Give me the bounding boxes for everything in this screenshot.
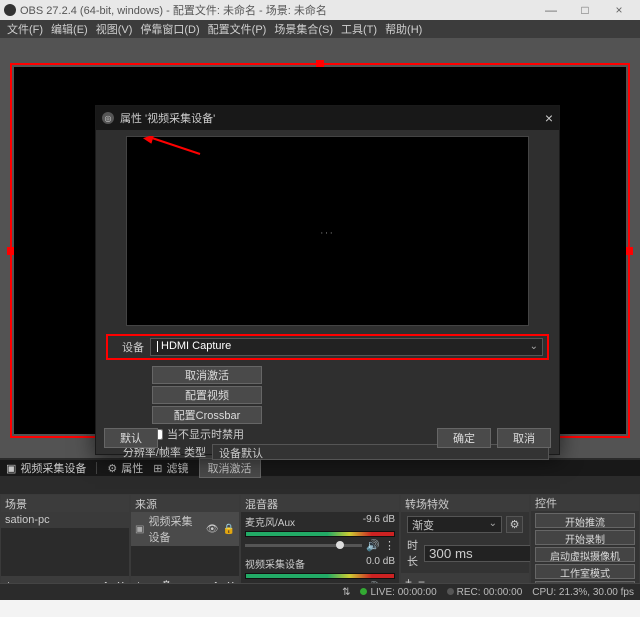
start-recording-button[interactable]: 开始录制 [535,530,635,545]
status-bar: ⇅ LIVE: 00:00:00 REC: 00:00:00 CPU: 21.3… [0,583,640,600]
menubar: 文件(F) 编辑(E) 视图(V) 停靠窗口(D) 配置文件(P) 场景集合(S… [0,20,640,38]
start-streaming-button[interactable]: 开始推流 [535,513,635,528]
ok-button[interactable]: 确定 [437,428,491,448]
source-context-bar: ▣ 视频采集设备 ⚙ 属性 ⊞ 滤镜 取消激活 [0,460,640,476]
context-filters[interactable]: 滤镜 [167,460,189,476]
defaults-button[interactable]: 默认 [104,428,158,448]
scenes-panel: 场景 sation-pc + − ∧ ∨ [0,494,130,594]
eye-icon[interactable]: 👁 [206,524,219,535]
filters-icon: ⊞ [153,462,162,475]
controls-panel: 控件 开始推流 开始录制 启动虚拟摄像机 工作室模式 设置 退出 [530,494,640,594]
studio-mode-button[interactable]: 工作室模式 [535,564,635,579]
transition-select[interactable]: 渐变⌄ [407,516,502,533]
menu-dock[interactable]: 停靠窗口(D) [137,21,202,37]
window-title: OBS 27.2.4 (64-bit, windows) - 配置文件: 未命名… [20,2,534,18]
scenes-panel-header[interactable]: 场景 [1,495,129,512]
close-button[interactable]: × [602,3,636,17]
cpu-stats: CPU: 21.3%, 30.00 fps [532,587,634,598]
menu-scenecollection[interactable]: 场景集合(S) [271,21,336,37]
volume-slider[interactable] [245,544,362,547]
properties-dialog: ◎ 属性 '视频采集设备' × ... 设备 HDMI Capture ⌄ 取消… [95,105,560,455]
mixer-channel-name: 麦克风/Aux [245,514,295,529]
duration-label: 时长 [407,537,418,569]
menu-file[interactable]: 文件(F) [4,21,46,37]
chevron-down-icon: ⌄ [530,341,538,352]
camera-icon: ▣ [135,524,144,535]
context-source-name: 视频采集设备 [20,460,86,476]
rec-led-icon [447,588,454,595]
speaker-icon[interactable]: 🔊 [366,539,380,552]
gear-icon: ⚙ [107,462,117,475]
dialog-close-button[interactable]: × [545,110,553,126]
mixer-channel-db: 0.0 dB [366,556,395,571]
level-meter [245,531,395,537]
titlebar: OBS 27.2.4 (64-bit, windows) - 配置文件: 未命名… [0,0,640,20]
dialog-icon: ◎ [102,112,114,124]
context-deactivate[interactable]: 取消激活 [199,458,261,478]
transition-settings-button[interactable]: ⚙ [506,516,523,533]
annotation-arrow [142,136,202,156]
deactivate-when-hidden-label: 当不显示时禁用 [167,426,244,442]
dialog-preview: ... [126,136,529,326]
source-item[interactable]: ▣ 视频采集设备 👁 🔒 [131,512,239,546]
channel-menu-button[interactable]: ⋮ [384,539,395,552]
mixer-channel-name: 视频采集设备 [245,556,305,571]
configure-video-button[interactable]: 配置视频 [152,386,262,404]
dock-panels: 场景 sation-pc + − ∧ ∨ 来源 ▣ 视频采集设备 👁 🔒 + −… [0,494,640,594]
deactivate-button[interactable]: 取消激活 [152,366,262,384]
window-border-bottom [0,600,640,617]
configure-crossbar-button[interactable]: 配置Crossbar [152,406,262,424]
scene-item[interactable]: sation-pc [1,512,129,528]
live-time: 00:00:00 [398,587,437,598]
sources-panel: 来源 ▣ 视频采集设备 👁 🔒 + − ⚙ ∧ ∨ [130,494,240,594]
device-select-value: HDMI Capture [161,340,231,352]
obs-logo-icon [4,4,16,16]
source-item-label: 视频采集设备 [148,513,201,545]
mixer-panel: 混音器 麦克风/Aux -9.6 dB 🔊 ⋮ 视频采集设备 0.0 dB 🔊 ⋮ [240,494,400,594]
live-led-icon [360,588,367,595]
cancel-button[interactable]: 取消 [497,428,551,448]
menu-view[interactable]: 视图(V) [93,21,136,37]
menu-tools[interactable]: 工具(T) [338,21,380,37]
transitions-panel-header[interactable]: 转场特效 [401,495,529,512]
start-virtualcam-button[interactable]: 启动虚拟摄像机 [535,547,635,562]
rec-time: 00:00:00 [483,587,522,598]
device-label: 设备 [112,339,144,355]
camera-icon: ▣ [6,462,16,475]
device-select[interactable]: HDMI Capture ⌄ [150,338,543,356]
sources-panel-header[interactable]: 来源 [131,495,239,512]
device-row-highlight: 设备 HDMI Capture ⌄ [106,334,549,360]
controls-panel-header[interactable]: 控件 [531,495,639,511]
context-properties[interactable]: 属性 [121,460,143,476]
mixer-channel: 麦克风/Aux -9.6 dB 🔊 ⋮ [241,512,399,554]
maximize-button[interactable]: □ [568,3,602,17]
mixer-panel-header[interactable]: 混音器 [241,495,399,512]
menu-help[interactable]: 帮助(H) [382,21,425,37]
mixer-channel-db: -9.6 dB [363,514,395,529]
menu-profile[interactable]: 配置文件(P) [205,21,270,37]
minimize-button[interactable]: — [534,3,568,17]
dialog-title: 属性 '视频采集设备' [120,110,545,126]
menu-edit[interactable]: 编辑(E) [48,21,91,37]
network-icon: ⇅ [342,587,350,598]
chevron-down-icon: ⌄ [489,518,497,529]
lock-icon[interactable]: 🔒 [223,524,235,535]
dialog-titlebar[interactable]: ◎ 属性 '视频采集设备' × [96,106,559,130]
loading-indicator: ... [320,226,334,237]
transitions-panel: 转场特效 渐变⌄ ⚙ 时长 ▴▾ + − [400,494,530,594]
level-meter [245,573,395,579]
